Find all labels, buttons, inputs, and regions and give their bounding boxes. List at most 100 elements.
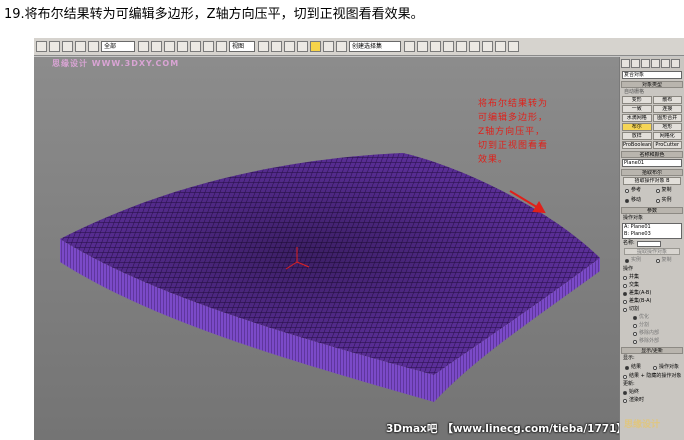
page-caption: 19.将布尔结果转为可编辑多边形，Z轴方向压平，切到正视图看看效果。 — [4, 7, 424, 22]
extract-operand-button[interactable]: 提取操作对象 — [624, 248, 680, 255]
redo-icon[interactable] — [49, 41, 60, 52]
object-type-rollout[interactable]: 对象类型 — [621, 81, 683, 88]
radio-icon — [633, 339, 637, 344]
display-update-rollout[interactable]: 显示/更新 — [621, 347, 683, 354]
select-object-icon[interactable] — [138, 41, 149, 52]
select-manipulate-icon[interactable] — [271, 41, 282, 52]
create-tab-icon[interactable] — [621, 59, 630, 68]
link-icon[interactable] — [62, 41, 73, 52]
material-editor-icon[interactable] — [469, 41, 480, 52]
object-type-buttons: 变形 散布 一致 连接 水滴网格 图形合并 布尔 地形 放样 网格化 ProBo… — [622, 96, 682, 149]
quick-render-icon[interactable] — [508, 41, 519, 52]
pick-boolean-rollout[interactable]: 拾取布尔 — [621, 169, 683, 176]
operand-list[interactable]: A: Plane01 B: Plane03 — [622, 223, 682, 239]
select-move-icon[interactable] — [190, 41, 201, 52]
main-toolbar: 全部 视图 创建选择集 — [34, 38, 684, 56]
radio-icon — [623, 275, 627, 280]
display-tab-icon[interactable] — [661, 59, 670, 68]
operand-name-field[interactable] — [636, 240, 661, 247]
op-subtract-ba[interactable]: 差集(B-A) — [623, 298, 681, 305]
list-item[interactable]: B: Plane03 — [624, 231, 681, 238]
shapemerge-button[interactable]: 图形合并 — [652, 114, 682, 122]
update-when-rendering[interactable]: 渲染时 — [623, 397, 681, 404]
display-result[interactable]: 结果 — [625, 364, 646, 371]
cut-remove-outside[interactable]: 移除外部 — [623, 338, 681, 345]
category-dropdown[interactable]: 复合对象 — [622, 71, 682, 79]
annotation-text: 将布尔结果转为 可编辑多边形， Z轴方向压平， 切到正视图看看 效果。 — [478, 99, 549, 165]
name-color-rollout[interactable]: 名称和颜色 — [621, 151, 683, 158]
connect-button[interactable]: 连接 — [652, 105, 682, 113]
align-icon[interactable] — [417, 41, 428, 52]
pick-operand-b-button[interactable]: 拾取操作对象 B — [623, 177, 681, 185]
render-setup-icon[interactable] — [482, 41, 493, 52]
modify-tab-icon[interactable] — [631, 59, 640, 68]
select-by-name-icon[interactable] — [151, 41, 162, 52]
morph-button[interactable]: 变形 — [622, 96, 652, 104]
utilities-tab-icon[interactable] — [671, 59, 680, 68]
cut-remove-inside[interactable]: 移除内部 — [623, 330, 681, 337]
pick-mode-move[interactable]: 移动 — [625, 197, 649, 204]
radio-icon — [623, 398, 627, 403]
update-always[interactable]: 始终 — [623, 389, 681, 396]
extract-mode-copy[interactable]: 复制 — [655, 257, 680, 264]
pivot-center-icon[interactable] — [258, 41, 269, 52]
loft-button[interactable]: 放样 — [622, 132, 652, 140]
display-mode-options: 结果 操作对象 — [622, 363, 682, 372]
layer-manager-icon[interactable] — [430, 41, 441, 52]
radio-icon — [655, 188, 660, 193]
display-result-hidden[interactable]: 结果 + 隐藏的操作对象 — [623, 373, 681, 380]
pick-mode-copy[interactable]: 复制 — [655, 187, 680, 194]
radio-selected-icon — [623, 390, 627, 395]
window-crossing-icon[interactable] — [177, 41, 188, 52]
pick-mode-reference[interactable]: 参考 — [625, 187, 649, 194]
undo-icon[interactable] — [36, 41, 47, 52]
radio-selected-icon — [625, 258, 629, 263]
blobmesh-button[interactable]: 水滴网格 — [622, 114, 652, 122]
object-name-field[interactable]: Plane01 — [622, 159, 682, 167]
mirror-icon[interactable] — [404, 41, 415, 52]
op-intersection[interactable]: 交集 — [623, 282, 681, 289]
unlink-icon[interactable] — [75, 41, 86, 52]
mesher-button[interactable]: 网格化 — [652, 132, 682, 140]
terrain-button[interactable]: 地形 — [652, 123, 682, 131]
select-rotate-icon[interactable] — [203, 41, 214, 52]
radio-selected-icon — [625, 365, 629, 370]
spinner-snap-icon[interactable] — [323, 41, 334, 52]
schematic-view-icon[interactable] — [456, 41, 467, 52]
list-item[interactable]: A: Plane01 — [624, 224, 681, 231]
cut-refine[interactable]: 优化 — [623, 314, 681, 321]
extract-mode-instance[interactable]: 实例 — [625, 257, 649, 264]
op-subtract-ab[interactable]: 差集(A-B) — [623, 290, 681, 297]
op-cut[interactable]: 切割 — [623, 306, 681, 313]
percent-snap-icon[interactable] — [310, 41, 321, 52]
select-scale-icon[interactable] — [216, 41, 227, 52]
display-operands[interactable]: 操作对象 — [652, 364, 679, 371]
proboolean-button[interactable]: ProBoolean — [622, 141, 652, 149]
reference-coord-dropdown[interactable]: 视图 — [229, 41, 255, 52]
op-union[interactable]: 并集 — [623, 274, 681, 281]
angle-snap-icon[interactable] — [297, 41, 308, 52]
pick-mode-instance[interactable]: 实例 — [655, 197, 680, 204]
cut-split[interactable]: 分割 — [623, 322, 681, 329]
update-label: 更新: — [623, 381, 635, 387]
render-frame-icon[interactable] — [495, 41, 506, 52]
bind-space-warp-icon[interactable] — [88, 41, 99, 52]
footer-credit: 3Dmax吧 【www.linecg.com/tieba/1771】 — [386, 423, 627, 435]
parameters-rollout[interactable]: 参数 — [621, 207, 683, 214]
curve-editor-icon[interactable] — [443, 41, 454, 52]
procutter-button[interactable]: ProCutter — [652, 141, 682, 149]
operation-label: 操作 — [623, 266, 634, 272]
selection-filter-dropdown[interactable]: 全部 — [101, 41, 135, 52]
motion-tab-icon[interactable] — [651, 59, 660, 68]
edit-named-selection-icon[interactable] — [336, 41, 347, 52]
named-selection-dropdown[interactable]: 创建选择集 — [349, 41, 401, 52]
autogrid-checkbox[interactable]: 自动栅格 — [624, 89, 680, 95]
hierarchy-tab-icon[interactable] — [641, 59, 650, 68]
scatter-button[interactable]: 散布 — [652, 96, 682, 104]
radio-icon — [655, 258, 660, 263]
conform-button[interactable]: 一致 — [622, 105, 652, 113]
perspective-viewport[interactable]: 思缘设计 WWW.3DXY.COM 将布尔结果转为 可编辑多边形， Z轴方向压平… — [34, 57, 619, 440]
snap-toggle-icon[interactable] — [284, 41, 295, 52]
rect-selection-icon[interactable] — [164, 41, 175, 52]
boolean-button[interactable]: 布尔 — [622, 123, 652, 131]
